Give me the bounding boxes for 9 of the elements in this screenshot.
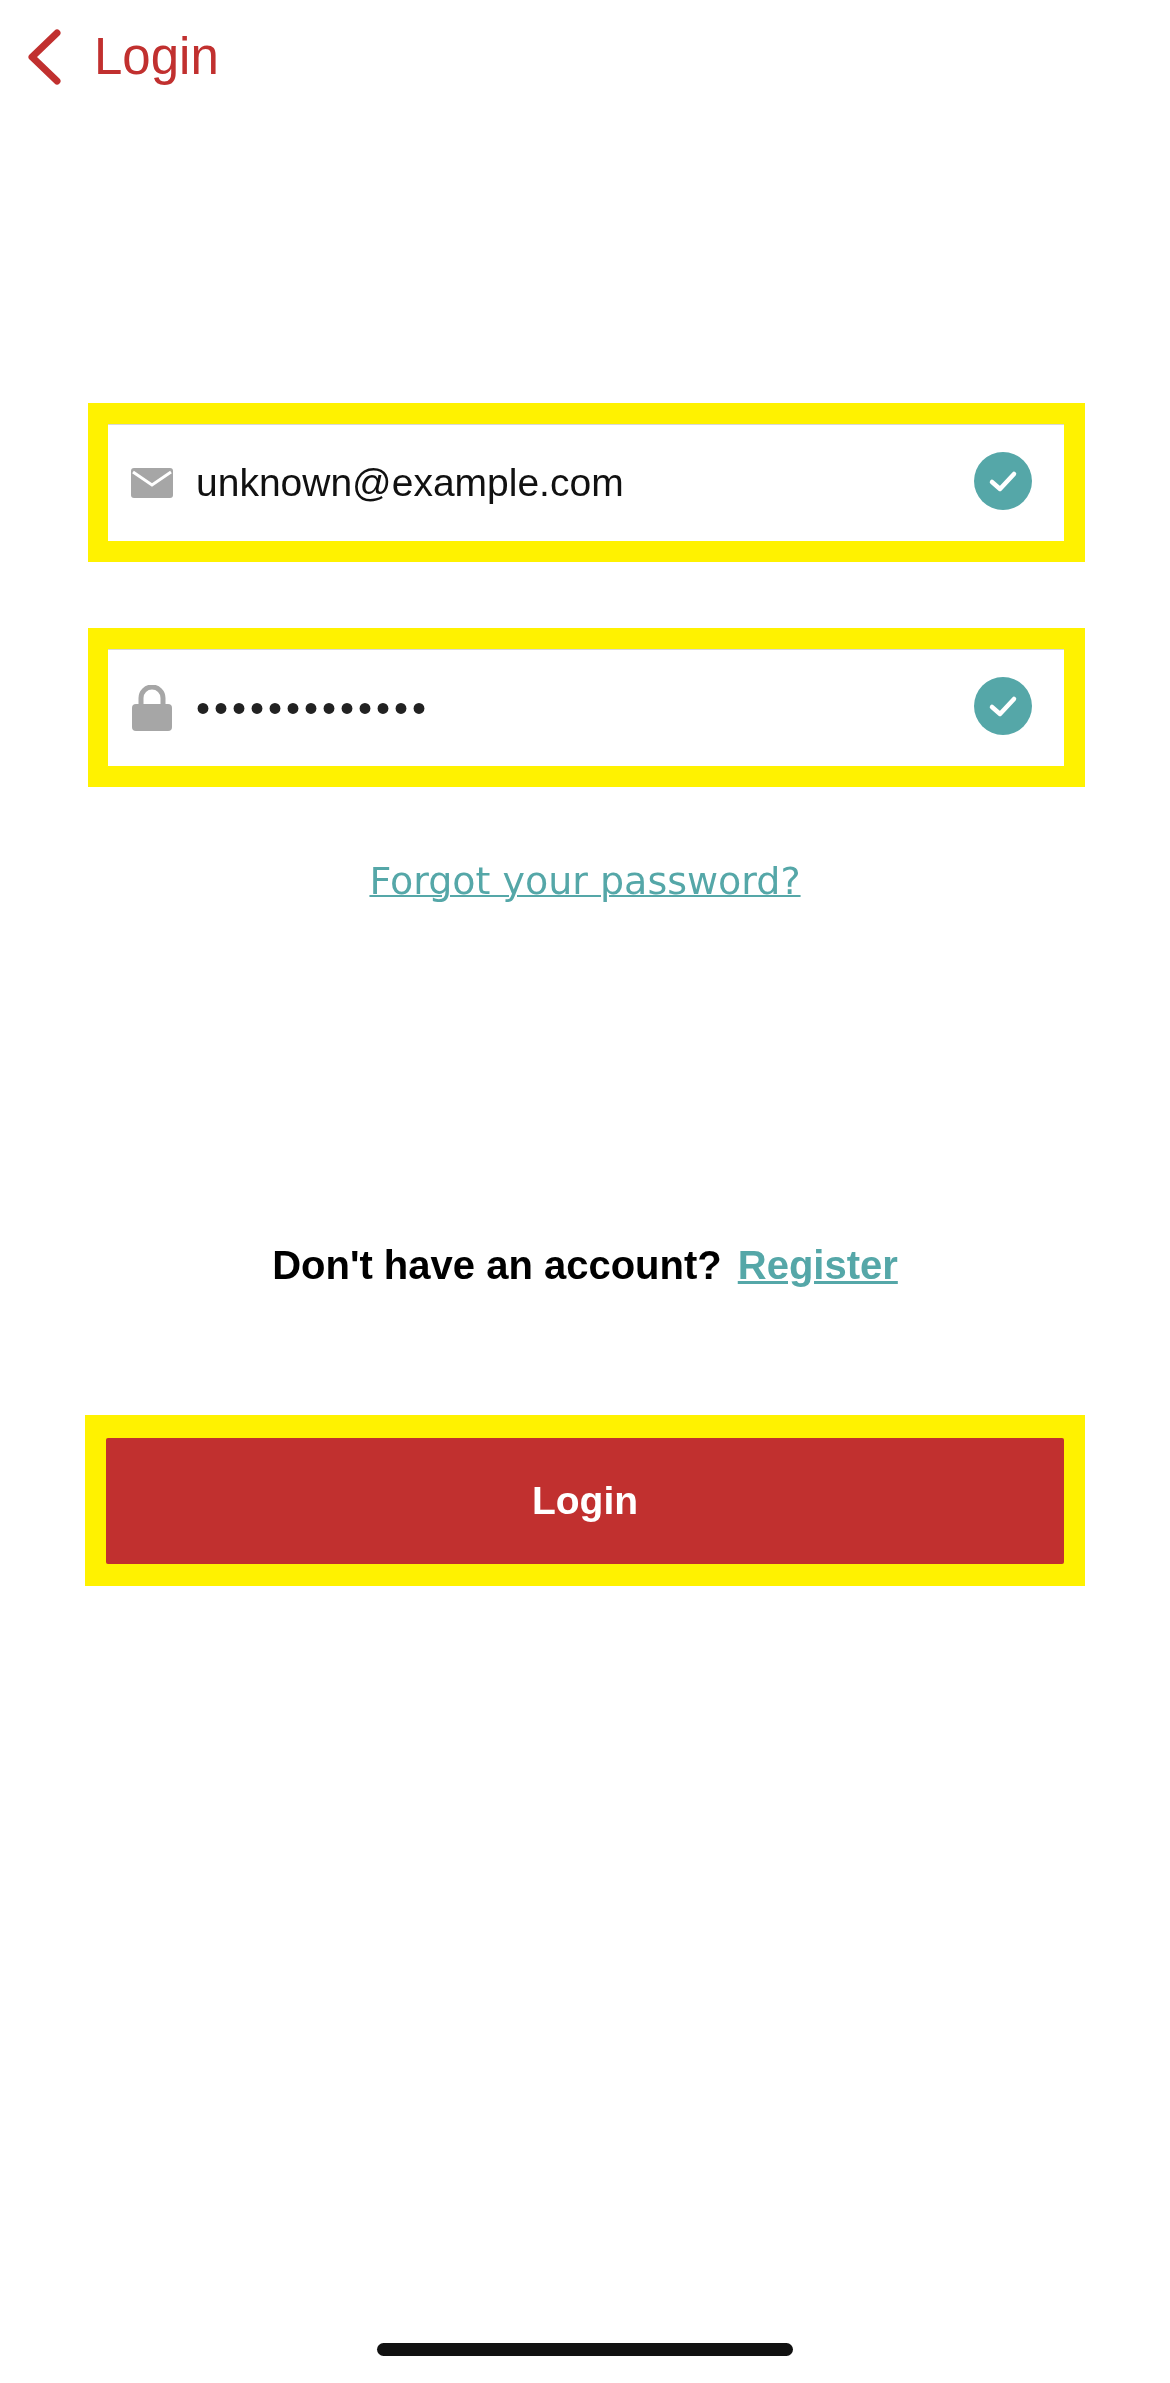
back-button[interactable]: Login [26, 27, 219, 86]
email-field[interactable]: unknown@example.com [108, 424, 1064, 541]
password-field[interactable]: ••••••••••••• [108, 649, 1064, 766]
login-button[interactable]: Login [106, 1438, 1064, 1564]
home-indicator[interactable] [377, 2343, 793, 2356]
envelope-icon [131, 468, 173, 498]
account-prompt: Don't have an account? [272, 1243, 722, 1288]
back-chevron-icon [26, 27, 62, 86]
padlock-icon [132, 685, 172, 731]
